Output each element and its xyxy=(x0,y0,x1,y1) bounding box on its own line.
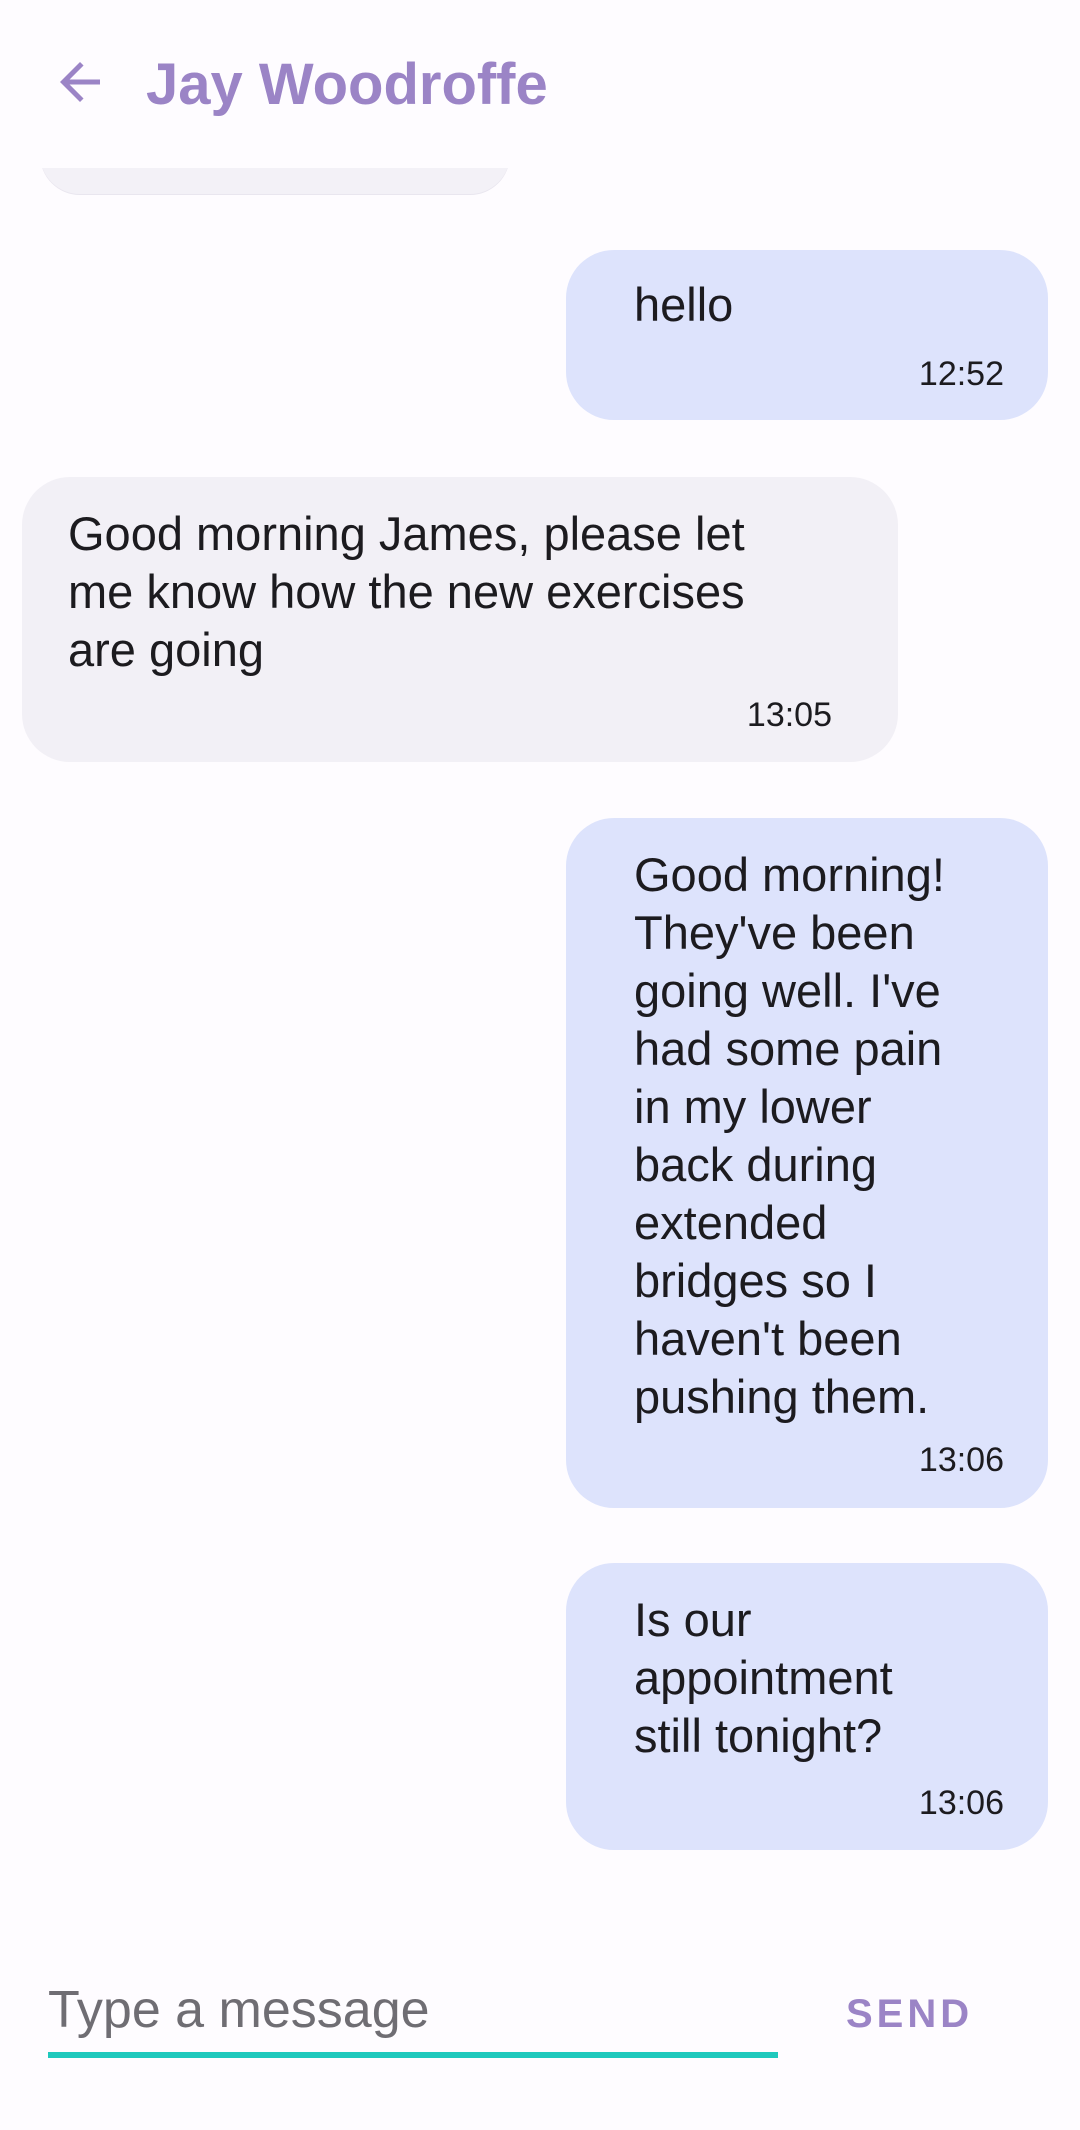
message-time: 12:52 xyxy=(918,355,1004,393)
message-time: 13:06 xyxy=(918,1784,1004,1822)
message-bubble-sent[interactable]: Good morning! They've been going well. I… xyxy=(566,818,1048,1508)
message-bubble-sent[interactable]: Is our appointment still tonight? 13:06 xyxy=(566,1563,1048,1850)
arrow-back-icon xyxy=(50,52,110,117)
contact-name: Jay Woodroffe xyxy=(146,52,548,117)
message-bubble-sent[interactable]: hello 12:52 xyxy=(566,250,1048,420)
message-text: hello xyxy=(634,278,734,331)
message-time: 13:06 xyxy=(918,1441,1004,1479)
chat-screen: hello 12:52 Good morning James, please l… xyxy=(0,0,1080,2130)
message-bubble-received[interactable]: Good morning James, please let me know h… xyxy=(22,477,898,762)
message-text: Good morning James, please let me know h… xyxy=(68,507,745,676)
message-text: Good morning! They've been going well. I… xyxy=(634,848,945,1423)
message-list[interactable]: hello 12:52 Good morning James, please l… xyxy=(0,0,1080,1930)
top-app-bar: Jay Woodroffe xyxy=(0,0,1080,168)
send-button[interactable]: SEND xyxy=(846,1992,973,2037)
message-text: Is our appointment still tonight? xyxy=(634,1593,893,1762)
back-button[interactable] xyxy=(48,52,112,116)
message-time: 13:05 xyxy=(746,696,832,734)
message-input[interactable] xyxy=(48,1975,778,2045)
input-underline xyxy=(48,2052,778,2058)
